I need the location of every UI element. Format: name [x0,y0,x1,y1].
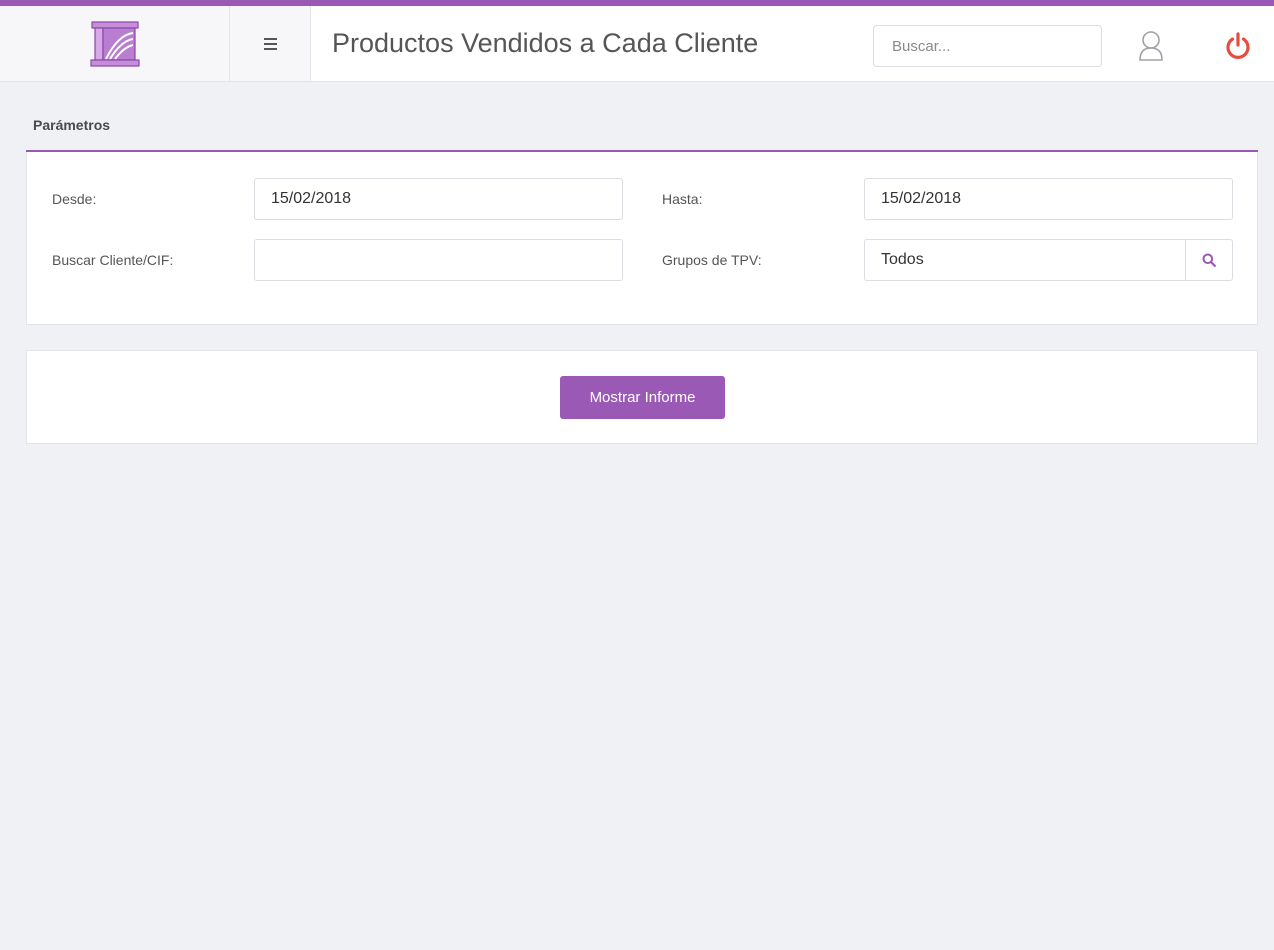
grupos-search-button[interactable] [1185,239,1233,281]
parameters-header: Parámetros [26,100,1258,152]
power-icon[interactable] [1225,32,1251,60]
menu-toggle-button[interactable] [230,6,311,81]
grupos-tpv-field[interactable] [864,239,1186,281]
parameters-body: Desde: Hasta: Buscar Cliente/CIF: Grupos… [26,152,1258,325]
search-icon [1202,253,1216,267]
mostrar-informe-button[interactable]: Mostrar Informe [560,376,725,419]
search-input[interactable] [873,25,1102,67]
cliente-label: Buscar Cliente/CIF: [52,252,174,268]
user-icon[interactable] [1138,30,1164,62]
hasta-date-field[interactable] [864,178,1233,220]
page-title: Productos Vendidos a Cada Cliente [332,28,759,58]
desde-label: Desde: [52,191,97,207]
hamburger-menu-icon [263,37,277,50]
grupos-label: Grupos de TPV: [662,252,762,268]
desde-date-field[interactable] [254,178,623,220]
building-logo-icon [89,20,140,67]
hasta-label: Hasta: [662,191,703,207]
actions-panel: Mostrar Informe [26,350,1258,444]
top-navbar: Productos Vendidos a Cada Cliente [0,0,1274,82]
logo[interactable] [0,6,230,81]
parameters-title: Parámetros [33,117,111,133]
cliente-search-field[interactable] [254,239,623,281]
parameters-panel: Parámetros Desde: Hasta: Buscar Cliente/… [26,100,1258,325]
